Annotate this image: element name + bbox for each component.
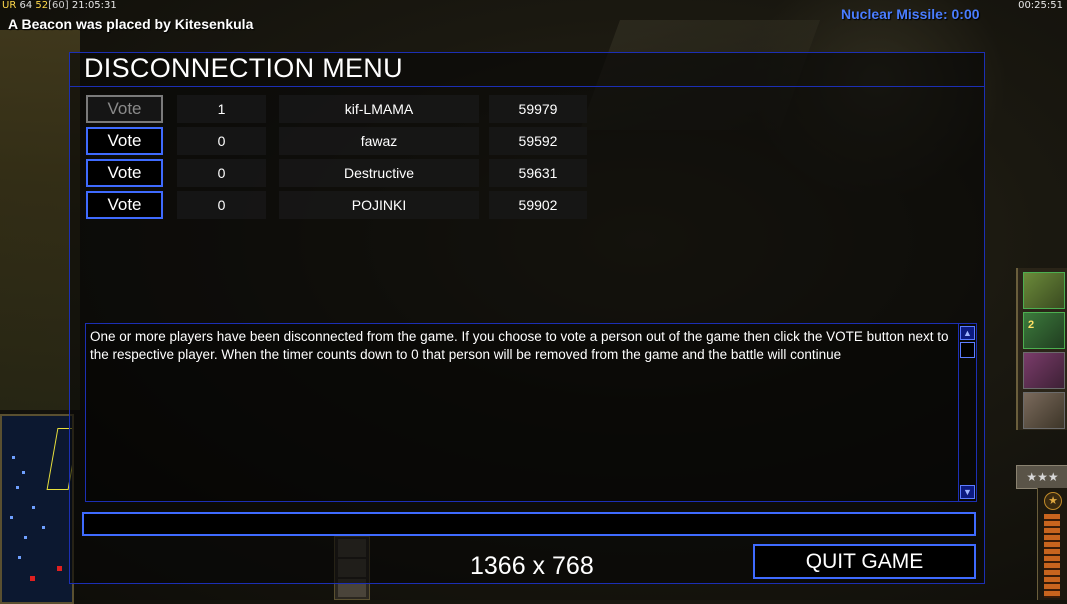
radar-unit — [16, 486, 19, 489]
radar-unit — [18, 556, 21, 559]
vote-button[interactable]: Vote — [86, 191, 163, 219]
vote-button[interactable]: Vote — [86, 95, 163, 123]
player-ping: 59631 — [489, 159, 587, 187]
radar-unit — [42, 526, 45, 529]
power-meter: ★ — [1037, 488, 1067, 600]
disconnection-dialog: DISCONNECTION MENU Vote 1 kif-LMAMA 5997… — [69, 52, 985, 584]
vote-count: 1 — [177, 95, 266, 123]
radar-unit — [12, 456, 15, 459]
player-row: Vote 0 Destructive 59631 — [85, 159, 590, 187]
build-toxin-button[interactable] — [1023, 352, 1065, 389]
message-box: One or more players have been disconnect… — [85, 323, 977, 502]
radar-unit — [10, 516, 13, 519]
debug-stats: UR 64 52[60] 21:05:31 — [2, 0, 117, 11]
quit-game-button[interactable]: QUIT GAME — [753, 544, 976, 579]
beacon-message: A Beacon was placed by Kitesenkula — [8, 16, 254, 32]
stats-fps: [60] — [48, 0, 69, 11]
player-name: fawaz — [279, 127, 479, 155]
player-row: Vote 0 POJINKI 59902 — [85, 191, 590, 219]
terrain-background — [0, 30, 80, 410]
stats-b: 52 — [35, 0, 49, 11]
vote-button[interactable]: Vote — [86, 159, 163, 187]
player-row: Vote 0 fawaz 59592 — [85, 127, 590, 155]
player-ping: 59592 — [489, 127, 587, 155]
player-name: kif-LMAMA — [279, 95, 479, 123]
build-tank-button[interactable] — [1023, 272, 1065, 309]
radar-unit — [22, 471, 25, 474]
radar-unit — [24, 536, 27, 539]
star-icon[interactable]: ★ — [1044, 492, 1062, 510]
stats-a: 64 — [19, 0, 33, 11]
power-bars — [1044, 514, 1060, 598]
message-scrollbar[interactable]: ▲ ▼ — [958, 324, 976, 501]
build-sidebar: 2 — [1016, 268, 1067, 430]
stats-ur: UR — [2, 0, 17, 11]
radar-unit — [32, 506, 35, 509]
vote-count: 0 — [177, 159, 266, 187]
radar-minimap[interactable] — [0, 414, 74, 604]
radar-enemy — [30, 576, 35, 581]
player-name: Destructive — [279, 159, 479, 187]
radar-enemy — [57, 566, 62, 571]
game-time: 00:25:51 — [1018, 0, 1063, 11]
player-ping: 59902 — [489, 191, 587, 219]
chat-input[interactable] — [82, 512, 976, 536]
dialog-title: DISCONNECTION MENU — [70, 53, 984, 87]
build-vehicle-button[interactable]: 2 — [1023, 312, 1065, 349]
disconnect-message: One or more players have been disconnect… — [90, 329, 949, 362]
resolution-label: 1366 x 768 — [470, 552, 594, 580]
general-rank-stars[interactable]: ★★★ — [1016, 465, 1067, 489]
scroll-thumb[interactable] — [960, 342, 975, 358]
build-infantry-button[interactable] — [1023, 392, 1065, 429]
player-name: POJINKI — [279, 191, 479, 219]
vote-button[interactable]: Vote — [86, 127, 163, 155]
scroll-up-arrow-icon[interactable]: ▲ — [960, 326, 975, 340]
player-ping: 59979 — [489, 95, 587, 123]
player-row: Vote 1 kif-LMAMA 59979 — [85, 95, 590, 123]
nuclear-missile-timer: Nuclear Missile: 0:00 — [841, 6, 980, 22]
real-clock: 21:05:31 — [71, 0, 117, 11]
vote-count: 0 — [177, 191, 266, 219]
vote-count: 0 — [177, 127, 266, 155]
promo-badge: 2 — [1028, 319, 1035, 331]
scroll-down-arrow-icon[interactable]: ▼ — [960, 485, 975, 499]
